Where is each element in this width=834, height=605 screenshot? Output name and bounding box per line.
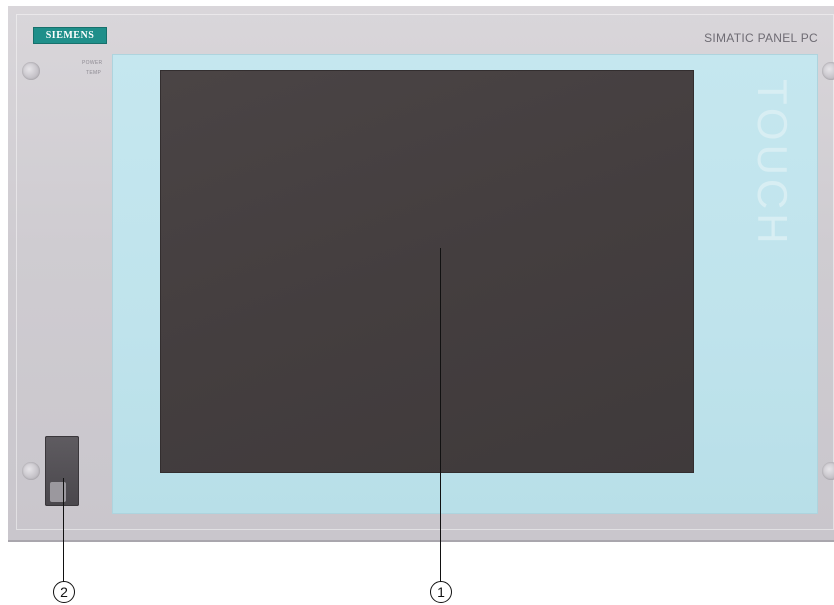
callout-2-leader	[63, 478, 64, 582]
mounting-hole-bottom-left	[22, 462, 40, 480]
callout-1-number: 1	[437, 584, 445, 600]
touch-screen-display	[160, 70, 694, 473]
callout-1: 1	[430, 581, 452, 603]
callout-1-leader	[440, 248, 441, 582]
brand-text: SIEMENS	[45, 30, 95, 41]
touch-label: TOUCH	[749, 78, 796, 248]
model-name: SIMATIC PANEL PC	[704, 31, 818, 45]
mounting-hole-top-left	[22, 62, 40, 80]
callout-2-number: 2	[60, 584, 68, 600]
panel-pc-figure: SIEMENS SIMATIC PANEL PC POWER TEMP TOUC…	[0, 0, 834, 605]
led-label-power: POWER	[82, 60, 103, 66]
usb-port-cover	[45, 436, 79, 506]
mounting-hole-top-right	[822, 62, 834, 80]
mounting-hole-bottom-right	[822, 462, 834, 480]
brand-logo: SIEMENS	[33, 27, 107, 44]
led-label-temp: TEMP	[86, 70, 102, 76]
callout-2: 2	[53, 581, 75, 603]
